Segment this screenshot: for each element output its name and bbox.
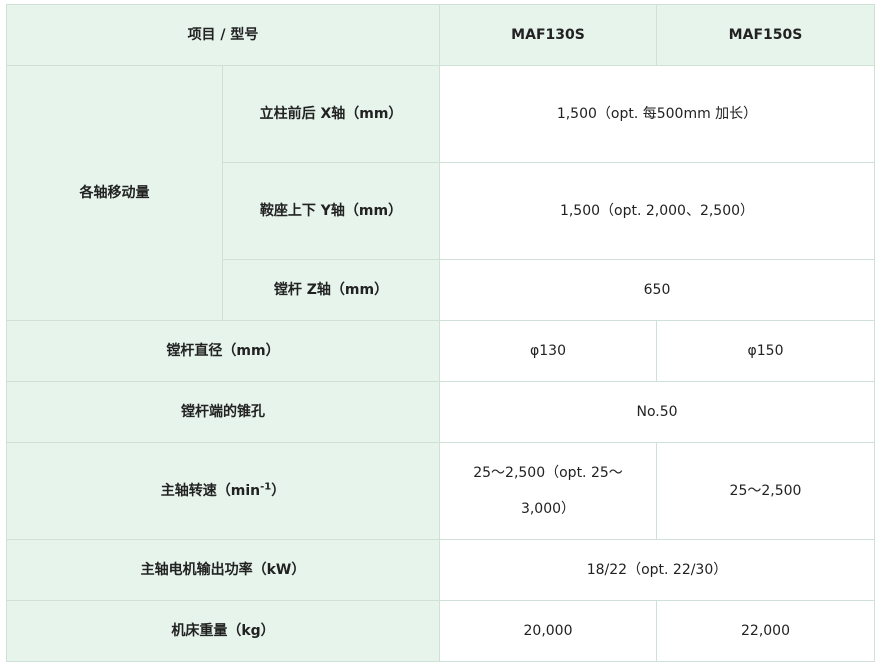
spindle-speed-value-maf150s: 25～2,500 xyxy=(656,442,875,540)
weight-label: 机床重量（kg） xyxy=(6,600,440,662)
spec-table: 项目 / 型号 MAF130S MAF150S 各轴移动量 立柱前后 X轴（mm… xyxy=(6,4,875,662)
motor-power-value: 18/22（opt. 22/30） xyxy=(439,539,875,601)
spec-table-container: 项目 / 型号 MAF130S MAF150S 各轴移动量 立柱前后 X轴（mm… xyxy=(6,4,875,662)
table-header-row: 项目 / 型号 MAF130S MAF150S xyxy=(6,4,875,66)
z-axis-label: 镗杆 Z轴（mm） xyxy=(222,259,440,321)
spindle-speed-label: 主轴转速（min-1） xyxy=(6,442,440,540)
taper-label: 镗杆端的锥孔 xyxy=(6,381,440,443)
y-axis-value: 1,500（opt. 2,000、2,500） xyxy=(439,162,875,260)
table-row: 机床重量（kg） 20,000 22,000 xyxy=(6,600,875,662)
z-axis-value: 650 xyxy=(439,259,875,321)
spindle-speed-value-maf130s: 25～2,500（opt. 25～3,000） xyxy=(439,442,657,540)
weight-value-maf150s: 22,000 xyxy=(656,600,875,662)
table-row: 主轴转速（min-1） 25～2,500（opt. 25～3,000） 25～2… xyxy=(6,442,875,540)
x-axis-label: 立柱前后 X轴（mm） xyxy=(222,65,440,163)
model-header-maf150s: MAF150S xyxy=(656,4,875,66)
table-row: 镗杆直径（mm） φ130 φ150 xyxy=(6,320,875,382)
taper-value: No.50 xyxy=(439,381,875,443)
model-header-maf130s: MAF130S xyxy=(439,4,657,66)
axis-travel-label: 各轴移动量 xyxy=(6,65,223,321)
item-model-header: 项目 / 型号 xyxy=(6,4,440,66)
spindle-speed-label-prefix: 主轴转速（min xyxy=(160,483,261,499)
y-axis-label: 鞍座上下 Y轴（mm） xyxy=(222,162,440,260)
spindle-speed-label-sup: -1 xyxy=(260,481,272,493)
x-axis-value: 1,500（opt. 每500mm 加长） xyxy=(439,65,875,163)
table-row: 镗杆端的锥孔 No.50 xyxy=(6,381,875,443)
table-row: 主轴电机输出功率（kW） 18/22（opt. 22/30） xyxy=(6,539,875,601)
motor-power-label: 主轴电机输出功率（kW） xyxy=(6,539,440,601)
bar-diameter-value-maf130s: φ130 xyxy=(439,320,657,382)
bar-diameter-label: 镗杆直径（mm） xyxy=(6,320,440,382)
spindle-speed-label-suffix: ） xyxy=(271,483,286,499)
weight-value-maf130s: 20,000 xyxy=(439,600,657,662)
bar-diameter-value-maf150s: φ150 xyxy=(656,320,875,382)
table-row: 各轴移动量 立柱前后 X轴（mm） 1,500（opt. 每500mm 加长） xyxy=(6,65,875,321)
